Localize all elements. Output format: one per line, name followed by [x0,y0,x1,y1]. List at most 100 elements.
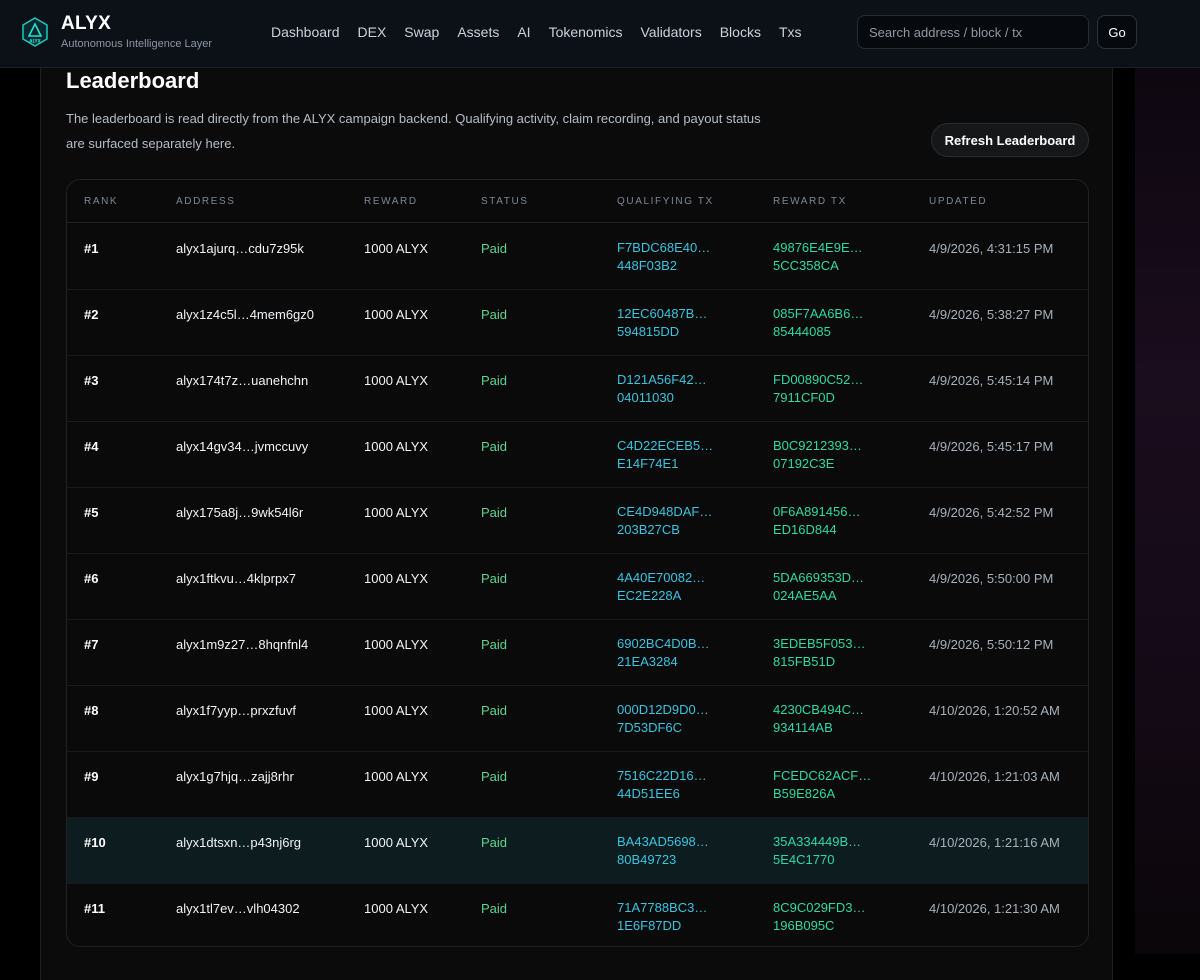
qualifying-tx-hash-line-2[interactable]: 44D51EE6 [617,785,707,803]
search-input[interactable] [857,15,1089,49]
reward-tx-hash-line-1[interactable]: 0F6A891456… [773,503,860,521]
reward-tx-link[interactable]: 5DA669353D… 024AE5AA [773,569,864,605]
qualifying-tx-link[interactable]: 71A7788BC3… 1E6F87DD [617,899,707,935]
reward-tx-hash-line-2[interactable]: 196B095C [773,917,866,935]
address-link[interactable]: alyx1m9z27…8hqnfnl4 [176,637,308,652]
reward-tx-hash-line-2[interactable]: 5E4C1770 [773,851,861,869]
qualifying-tx-hash-line-2[interactable]: 203B27CB [617,521,712,539]
reward-tx-link[interactable]: 3EDEB5F053… 815FB51D [773,635,866,671]
reward-tx-hash-line-2[interactable]: B59E826A [773,785,871,803]
qualifying-tx-link[interactable]: 6902BC4D0B… 21EA3284 [617,635,710,671]
reward-tx-link[interactable]: B0C9212393… 07192C3E [773,437,862,473]
reward-tx-hash-line-1[interactable]: 5DA669353D… [773,569,864,587]
address-link[interactable]: alyx1dtsxn…p43nj6rg [176,835,301,850]
qualifying-tx-hash-line-2[interactable]: 448F03B2 [617,257,710,275]
reward-tx-link[interactable]: 49876E4E9E… 5CC358CA [773,239,863,275]
search-go-button[interactable]: Go [1097,15,1137,49]
qualifying-tx-hash-line-2[interactable]: 7D53DF6C [617,719,709,737]
qualifying-tx-hash-line-1[interactable]: 6902BC4D0B… [617,635,710,653]
reward-tx-hash-line-1[interactable]: 4230CB494C… [773,701,864,719]
reward-tx-hash-line-1[interactable]: 49876E4E9E… [773,239,863,257]
address-link[interactable]: alyx1f7yyp…prxzfuvf [176,703,296,718]
qualifying-tx-hash-line-2[interactable]: 594815DD [617,323,707,341]
reward-tx-hash-line-1[interactable]: FD00890C52… [773,371,863,389]
nav-swap[interactable]: Swap [404,24,439,40]
qualifying-tx-link[interactable]: BA43AD5698… 80B49723 [617,833,709,869]
reward-tx-link[interactable]: 085F7AA6B6… 85444085 [773,305,863,341]
qualifying-tx-hash-line-2[interactable]: 04011030 [617,389,707,407]
address-link[interactable]: alyx1ftkvu…4klprpx7 [176,571,296,586]
address-link[interactable]: alyx1ajurq…cdu7z95k [176,241,304,256]
table-row[interactable]: #4 alyx14gv34…jvmccuvy 1000 ALYX Paid C4D22E… [67,422,1088,488]
qualifying-tx-hash-line-1[interactable]: 71A7788BC3… [617,899,707,917]
reward-tx-hash-line-2[interactable]: 7911CF0D [773,389,863,407]
table-row[interactable]: #11 alyx1tl7ev…vlh04302 1000 ALYX Paid 71A77… [67,884,1088,946]
reward-tx-hash-line-2[interactable]: 5CC358CA [773,257,863,275]
reward-tx-hash-line-2[interactable]: 815FB51D [773,653,866,671]
nav-dashboard[interactable]: Dashboard [271,24,340,40]
table-row[interactable]: #6 alyx1ftkvu…4klprpx7 1000 ALYX Paid 4A40E7… [67,554,1088,620]
nav-txs[interactable]: Txs [779,24,802,40]
qualifying-tx-hash-line-2[interactable]: 1E6F87DD [617,917,707,935]
table-row[interactable]: #5 alyx175a8j…9wk54l6r 1000 ALYX Paid CE4D94… [67,488,1088,554]
qualifying-tx-hash-line-1[interactable]: 000D12D9D0… [617,701,709,719]
qualifying-tx-link[interactable]: 12EC60487B… 594815DD [617,305,707,341]
address-link[interactable]: alyx1z4c5l…4mem6gz0 [176,307,314,322]
reward-tx-hash-line-1[interactable]: B0C9212393… [773,437,862,455]
address-link[interactable]: alyx1tl7ev…vlh04302 [176,901,300,916]
reward-tx-hash-line-1[interactable]: 085F7AA6B6… [773,305,863,323]
reward-tx-hash-line-2[interactable]: 85444085 [773,323,863,341]
address-link[interactable]: alyx174t7z…uanehchn [176,373,308,388]
address-link[interactable]: alyx1g7hjq…zajj8rhr [176,769,294,784]
qualifying-tx-link[interactable]: F7BDC68E40… 448F03B2 [617,239,710,275]
qualifying-tx-link[interactable]: CE4D948DAF… 203B27CB [617,503,712,539]
table-row[interactable]: #2 alyx1z4c5l…4mem6gz0 1000 ALYX Paid 12EC60… [67,290,1088,356]
nav-dex[interactable]: DEX [358,24,387,40]
reward-tx-link[interactable]: 8C9C029FD3… 196B095C [773,899,866,935]
qualifying-tx-hash-line-1[interactable]: BA43AD5698… [617,833,709,851]
brand-name[interactable]: ALYX [61,13,111,35]
reward-tx-hash-line-1[interactable]: 35A334449B… [773,833,861,851]
table-row[interactable]: #3 alyx174t7z…uanehchn 1000 ALYX Paid D121A5… [67,356,1088,422]
qualifying-tx-hash-line-1[interactable]: F7BDC68E40… [617,239,710,257]
reward-tx-link[interactable]: 4230CB494C… 934114AB [773,701,864,737]
nav-validators[interactable]: Validators [641,24,702,40]
reward-tx-hash-line-2[interactable]: 07192C3E [773,455,862,473]
qualifying-tx-hash-line-1[interactable]: 4A40E70082… [617,569,705,587]
reward-tx-link[interactable]: 0F6A891456… ED16D844 [773,503,860,539]
qualifying-tx-hash-line-2[interactable]: E14F74E1 [617,455,713,473]
qualifying-tx-hash-line-2[interactable]: 80B49723 [617,851,709,869]
qualifying-tx-hash-line-2[interactable]: 21EA3284 [617,653,710,671]
reward-tx-link[interactable]: FCEDC62ACF… B59E826A [773,767,871,803]
reward-tx-hash-line-2[interactable]: 934114AB [773,719,864,737]
address-link[interactable]: alyx14gv34…jvmccuvy [176,439,308,454]
qualifying-tx-link[interactable]: 7516C22D16… 44D51EE6 [617,767,707,803]
table-row[interactable]: #10 alyx1dtsxn…p43nj6rg 1000 ALYX Paid BA43A… [67,818,1088,884]
alyx-logo-icon[interactable]: ALYX [22,17,48,47]
qualifying-tx-link[interactable]: 000D12D9D0… 7D53DF6C [617,701,709,737]
reward-tx-hash-line-1[interactable]: 8C9C029FD3… [773,899,866,917]
qualifying-tx-link[interactable]: D121A56F42… 04011030 [617,371,707,407]
table-row[interactable]: #7 alyx1m9z27…8hqnfnl4 1000 ALYX Paid 6902BC… [67,620,1088,686]
reward-tx-hash-line-1[interactable]: FCEDC62ACF… [773,767,871,785]
reward-tx-link[interactable]: FD00890C52… 7911CF0D [773,371,863,407]
reward-tx-hash-line-2[interactable]: ED16D844 [773,521,860,539]
nav-blocks[interactable]: Blocks [720,24,761,40]
table-row[interactable]: #8 alyx1f7yyp…prxzfuvf 1000 ALYX Paid 000D12… [67,686,1088,752]
qualifying-tx-link[interactable]: C4D22ECEB5… E14F74E1 [617,437,713,473]
nav-assets[interactable]: Assets [457,24,499,40]
qualifying-tx-hash-line-1[interactable]: C4D22ECEB5… [617,437,713,455]
qualifying-tx-hash-line-1[interactable]: 7516C22D16… [617,767,707,785]
qualifying-tx-hash-line-1[interactable]: D121A56F42… [617,371,707,389]
qualifying-tx-link[interactable]: 4A40E70082… EC2E228A [617,569,705,605]
address-link[interactable]: alyx175a8j…9wk54l6r [176,505,303,520]
reward-tx-hash-line-2[interactable]: 024AE5AA [773,587,864,605]
nav-ai[interactable]: AI [517,24,530,40]
nav-tokenomics[interactable]: Tokenomics [549,24,623,40]
qualifying-tx-hash-line-2[interactable]: EC2E228A [617,587,705,605]
qualifying-tx-hash-line-1[interactable]: 12EC60487B… [617,305,707,323]
reward-tx-hash-line-1[interactable]: 3EDEB5F053… [773,635,866,653]
reward-tx-link[interactable]: 35A334449B… 5E4C1770 [773,833,861,869]
table-row[interactable]: #1 alyx1ajurq…cdu7z95k 1000 ALYX Paid F7BDC6… [67,224,1088,290]
refresh-leaderboard-button[interactable]: Refresh Leaderboard [931,123,1089,157]
